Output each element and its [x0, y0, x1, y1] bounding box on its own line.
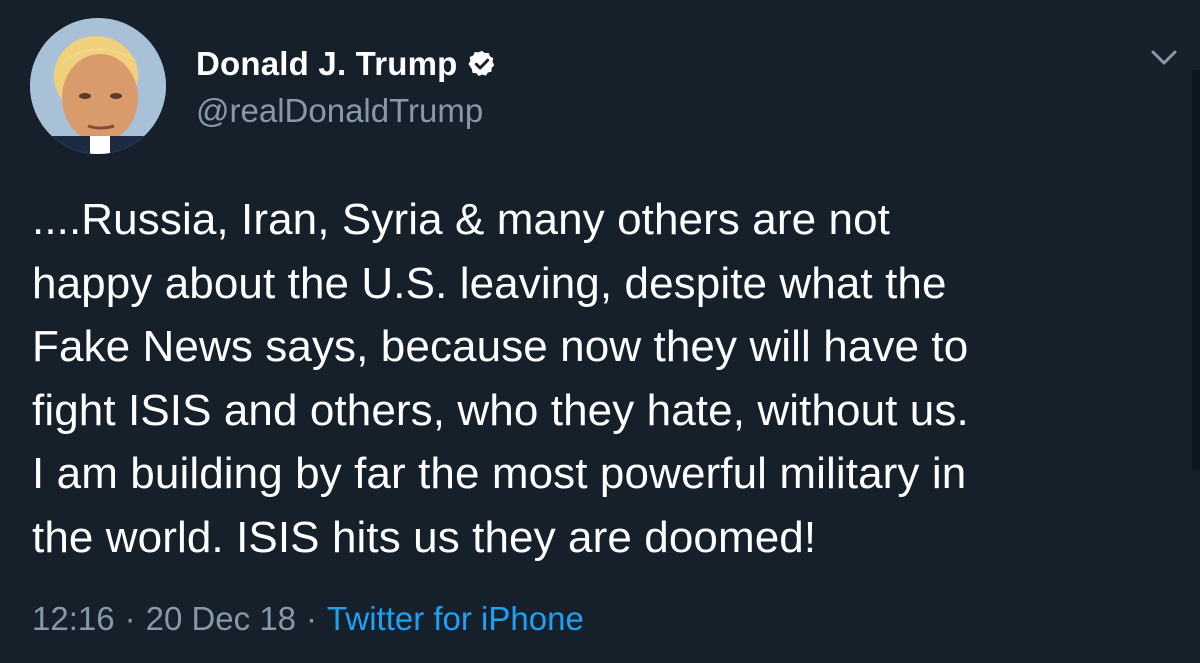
tweet-time[interactable]: 12:16: [32, 600, 115, 637]
tweet-text-line: Fake News says, because now they will ha…: [32, 322, 969, 371]
author-name-row[interactable]: Donald J. Trump: [196, 42, 497, 86]
tweet-text: ....Russia, Iran, Syria & many others ar…: [32, 188, 1177, 569]
avatar-image: [30, 18, 166, 154]
avatar[interactable]: [30, 18, 166, 154]
tweet-source-link[interactable]: Twitter for iPhone: [327, 600, 584, 637]
tweet-text-line: fight ISIS and others, who they hate, wi…: [32, 385, 969, 435]
tweet-text-line: I am building by far the most powerful m…: [32, 449, 967, 498]
tweet-meta: 12:16 · 20 Dec 18 · Twitter for iPhone: [32, 600, 584, 638]
tweet-text-line: happy about the U.S. leaving, despite wh…: [32, 258, 947, 308]
author-display-name[interactable]: Donald J. Trump: [196, 45, 458, 83]
verified-badge-icon: [467, 49, 497, 79]
scrollbar[interactable]: [1192, 70, 1200, 470]
meta-separator: ·: [124, 600, 136, 637]
tweet-text-line: ....Russia, Iran, Syria & many others ar…: [32, 195, 890, 244]
tweet-card: Donald J. Trump @realDonaldTrump ....Rus…: [0, 0, 1200, 663]
meta-separator: ·: [306, 600, 318, 637]
author-handle[interactable]: @realDonaldTrump: [196, 92, 483, 130]
tweet-date[interactable]: 20 Dec 18: [146, 600, 296, 637]
chevron-down-icon[interactable]: [1148, 44, 1180, 72]
tweet-text-line: the world. ISIS hits us they are doomed!: [32, 512, 817, 562]
